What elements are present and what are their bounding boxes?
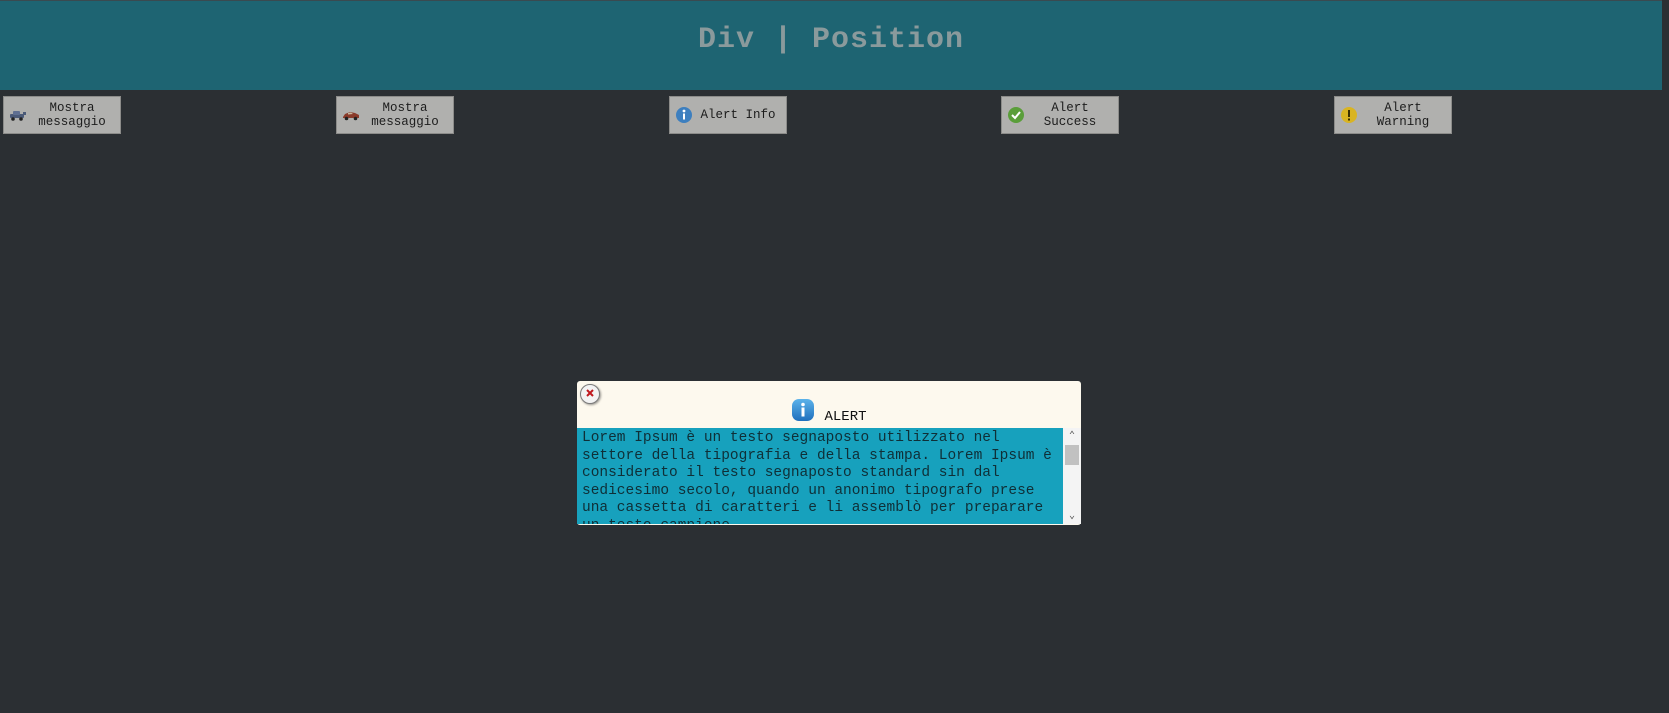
alert-info-button[interactable]: Alert Info: [669, 96, 787, 134]
scrollbar[interactable]: ⌃ ⌄: [1063, 428, 1081, 524]
page: Div | Position Mostra messaggio Mostra m: [0, 0, 1669, 713]
show-message-button-2[interactable]: Mostra messaggio: [336, 96, 454, 134]
scroll-thumb[interactable]: [1065, 445, 1079, 465]
alert-warning-button[interactable]: Alert Warning: [1334, 96, 1452, 134]
button-label: Alert Info: [700, 108, 776, 122]
check-icon: [1006, 105, 1026, 125]
info-icon: [791, 398, 815, 422]
button-label: Alert Success: [1043, 101, 1097, 129]
warning-icon: [1339, 105, 1359, 125]
scroll-up-icon[interactable]: ⌃: [1063, 428, 1081, 444]
scroll-down-icon[interactable]: ⌄: [1063, 508, 1081, 524]
window-edge: [1662, 0, 1669, 713]
page-title: Div | Position: [697, 22, 965, 57]
alert-success-button[interactable]: Alert Success: [1001, 96, 1119, 134]
car-icon: [8, 105, 28, 125]
message-box: Lorem Ipsum è un testo segnaposto utiliz…: [577, 428, 1081, 524]
message-text: Lorem Ipsum è un testo segnaposto utiliz…: [577, 428, 1063, 524]
button-label: Mostra messaggio: [371, 101, 439, 129]
alert-dialog: ALERT Lorem Ipsum è un testo segnaposto …: [577, 381, 1081, 525]
page-header: Div | Position: [0, 0, 1662, 90]
button-label: Mostra messaggio: [38, 101, 106, 129]
button-label: Alert Warning: [1376, 101, 1430, 129]
show-message-button-1[interactable]: Mostra messaggio: [3, 96, 121, 134]
sports-car-icon: [341, 105, 361, 125]
dialog-title: ALERT: [824, 409, 867, 425]
info-icon: [674, 105, 694, 125]
dialog-header: ALERT: [577, 397, 1081, 425]
